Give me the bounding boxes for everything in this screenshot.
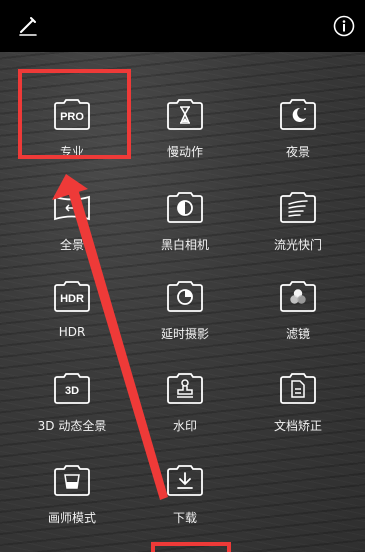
- mode-timelapse[interactable]: 延时摄影: [135, 276, 235, 342]
- mode-slow-motion[interactable]: 慢动作: [135, 94, 235, 160]
- top-bar: [0, 0, 365, 52]
- mode-label: 画师模式: [47, 511, 96, 525]
- 3d-panorama-icon: 3D: [54, 373, 90, 404]
- mode-label: 全景: [59, 238, 84, 252]
- moon-icon: [280, 99, 316, 130]
- edit-pencil-icon[interactable]: [16, 14, 40, 38]
- watermark-icon: [167, 373, 203, 404]
- mode-bw-camera[interactable]: 黑白相机: [135, 187, 235, 253]
- mode-label: 滤镜: [285, 327, 310, 341]
- hourglass-icon: [167, 99, 203, 130]
- mode-night[interactable]: 夜景: [248, 94, 348, 160]
- 3d-icon-text: 3D: [65, 385, 79, 397]
- hdr-icon-text: HDR: [60, 293, 84, 305]
- mode-label: 流光快门: [273, 238, 322, 252]
- mode-label: 文档矫正: [273, 419, 322, 433]
- mode-label: 延时摄影: [160, 327, 209, 341]
- highlight-box-bottom: [151, 542, 231, 552]
- painter-mode-icon: [54, 465, 90, 496]
- mode-document-correct[interactable]: 文档矫正: [248, 368, 348, 434]
- mode-light-trail[interactable]: 流光快门: [248, 187, 348, 253]
- mode-panorama[interactable]: 全景: [22, 187, 122, 253]
- filter-icon: [280, 281, 316, 312]
- light-trail-icon: [280, 192, 316, 223]
- mode-label: 夜景: [285, 145, 310, 159]
- mode-filter[interactable]: 滤镜: [248, 276, 348, 342]
- mode-3d-panorama[interactable]: 3D 3D 动态全景: [22, 368, 122, 434]
- mode-watermark[interactable]: 水印: [135, 368, 235, 434]
- document-correct-icon: [280, 373, 316, 404]
- mode-label: HDR: [58, 325, 86, 339]
- mode-label: 水印: [172, 419, 197, 433]
- camera-mode-screen: PRO 专业 慢动作 夜景 全景 黑白相机 流光快门 HDR HDR 延时摄影 …: [0, 0, 365, 552]
- hdr-icon: HDR: [54, 281, 90, 312]
- info-icon[interactable]: [333, 15, 355, 37]
- panorama-icon: [54, 195, 90, 221]
- mode-hdr[interactable]: HDR HDR: [22, 276, 122, 339]
- mode-download[interactable]: 下载: [135, 460, 235, 526]
- bw-camera-icon: [167, 192, 203, 223]
- mode-label: 慢动作: [166, 145, 203, 159]
- mode-label: 黑白相机: [160, 238, 209, 252]
- mode-label: 3D 动态全景: [37, 419, 107, 433]
- timelapse-icon: [167, 281, 203, 312]
- mode-label: 下载: [172, 511, 197, 525]
- download-icon: [167, 465, 203, 496]
- mode-painter[interactable]: 画师模式: [22, 460, 122, 526]
- highlight-box-pro: [18, 69, 131, 159]
